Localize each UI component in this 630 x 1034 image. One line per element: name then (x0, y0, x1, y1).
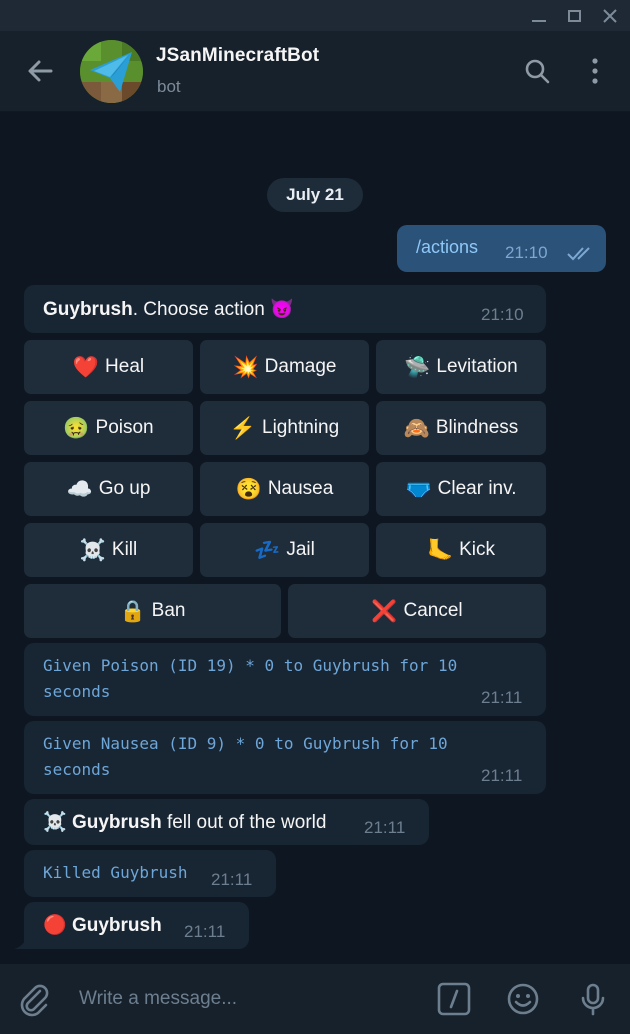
button-label: Clear inv. (437, 478, 517, 499)
message-text: Guybrush. Choose action 😈 (43, 297, 294, 321)
action-button-ban[interactable]: 🔒 Ban (24, 584, 281, 638)
incoming-message[interactable]: Given Poison (ID 19) * 0 to Guybrush for… (24, 643, 546, 716)
message-time: 21:11 (211, 870, 253, 889)
lightning-icon: ⚡ (229, 416, 257, 440)
red-circle-icon: 🔴 (43, 915, 67, 936)
command-link[interactable]: /actions (416, 237, 478, 258)
message-text: 🔴 Guybrush (43, 913, 162, 937)
action-button-poison[interactable]: 🤢 Poison (24, 401, 193, 455)
lock-icon: 🔒 (119, 599, 146, 623)
action-button-kick[interactable]: 🦶 Kick (376, 523, 546, 577)
nauseated-face-icon: 🤢 (63, 416, 90, 440)
message-line: seconds (43, 682, 111, 701)
button-label: Ban (151, 600, 186, 621)
message-time: 21:11 (184, 922, 226, 941)
foot-icon: 🦶 (426, 538, 454, 562)
button-label: Blindness (435, 417, 519, 438)
incoming-message[interactable]: Given Nausea (ID 9) * 0 to Guybrush for … (24, 721, 546, 794)
message-text: ☠️ Guybrush fell out of the world (43, 810, 326, 834)
paperclip-icon[interactable] (16, 981, 52, 1017)
microphone-icon[interactable] (575, 981, 611, 1017)
heart-icon: ❤️ (72, 355, 100, 379)
skull-crossbones-icon: ☠️ (43, 812, 67, 833)
button-label: Nausea (267, 478, 334, 499)
close-icon (603, 8, 617, 23)
player-name: Guybrush (71, 915, 162, 936)
maximize-button[interactable] (557, 0, 591, 31)
ufo-icon: 🛸 (404, 355, 431, 379)
action-button-cancel[interactable]: ❌ Cancel (288, 584, 546, 638)
message-time: 21:11 (364, 818, 406, 837)
message-line: Given Poison (ID 19) * 0 to Guybrush for… (43, 656, 458, 675)
skull-crossbones-icon: ☠️ (79, 538, 106, 562)
arrow-left-icon[interactable] (22, 53, 58, 89)
incoming-message[interactable]: Guybrush. Choose action 😈 21:10 (24, 285, 546, 333)
bubble-tail (14, 939, 26, 949)
devil-emoji: 😈 (270, 299, 294, 320)
chat-title[interactable]: JSanMinecraftBot (156, 45, 319, 67)
message-time: 21:11 (481, 688, 523, 707)
action-button-levitation[interactable]: 🛸 Levitation (376, 340, 546, 394)
smiley-icon[interactable] (505, 981, 541, 1017)
message-input[interactable] (79, 982, 409, 1016)
button-label: Cancel (403, 600, 463, 621)
button-label: Lightning (262, 417, 340, 438)
action-button-nausea[interactable]: 😵 Nausea (200, 462, 369, 516)
sender-mention: Guybrush (43, 299, 133, 320)
see-no-evil-monkey-icon: 🙈 (403, 416, 430, 440)
read-check-icon (567, 247, 590, 261)
button-label: Damage (264, 356, 337, 377)
incoming-message[interactable]: ☠️ Guybrush fell out of the world 21:11 (24, 799, 429, 845)
action-button-go-up[interactable]: ☁️ Go up (24, 462, 193, 516)
avatar[interactable] (80, 40, 143, 103)
cross-mark-icon: ❌ (371, 599, 398, 623)
button-label: Heal (105, 356, 145, 377)
briefs-icon: 🩲 (405, 477, 432, 501)
message-time: 21:10 (481, 305, 524, 324)
chat-header: JSanMinecraftBot bot (0, 31, 630, 112)
incoming-message[interactable]: Killed Guybrush 21:11 (24, 850, 276, 897)
action-button-clear-inv[interactable]: 🩲 Clear inv. (376, 462, 546, 516)
chat-status: bot (157, 77, 181, 96)
message-line: Given Nausea (ID 9) * 0 to Guybrush for … (43, 734, 448, 753)
date-separator: July 21 (267, 178, 363, 212)
action-button-kill[interactable]: ☠️ Kill (24, 523, 193, 577)
button-label: Poison (95, 417, 154, 438)
collision-icon: 💥 (232, 355, 259, 379)
slash-command-icon[interactable] (436, 981, 472, 1017)
action-button-jail[interactable]: 💤 Jail (200, 523, 369, 577)
event-text: fell out of the world (161, 812, 327, 833)
more-vert-icon[interactable] (580, 56, 610, 86)
message-text: Killed Guybrush (43, 863, 188, 882)
composer (0, 964, 630, 1034)
cloud-icon: ☁️ (66, 477, 93, 501)
action-button-blindness[interactable]: 🙈 Blindness (376, 401, 546, 455)
button-label: Levitation (436, 356, 518, 377)
minimize-icon (532, 19, 546, 22)
window-titlebar (0, 0, 630, 31)
message-time: 21:11 (481, 766, 523, 785)
button-label: Kick (459, 539, 496, 560)
zzz-icon: 💤 (254, 538, 281, 562)
outgoing-message[interactable]: /actions 21:10 (397, 225, 606, 272)
search-icon[interactable] (522, 56, 552, 86)
action-button-damage[interactable]: 💥 Damage (200, 340, 369, 394)
player-name: Guybrush (71, 812, 162, 833)
action-button-heal[interactable]: ❤️ Heal (24, 340, 193, 394)
button-label: Jail (286, 539, 315, 560)
button-label: Go up (98, 478, 151, 499)
message-time: 21:10 (505, 243, 548, 262)
bot-avatar-image (80, 40, 143, 103)
incoming-message[interactable]: 🔴 Guybrush 21:11 (24, 902, 249, 949)
prompt-text: . Choose action (132, 299, 265, 320)
minimize-button[interactable] (522, 0, 556, 31)
action-button-lightning[interactable]: ⚡ Lightning (200, 401, 369, 455)
close-window-button[interactable] (593, 0, 627, 31)
message-list[interactable]: July 21 /actions 21:10 Guybrush. Choose … (0, 113, 630, 964)
button-label: Kill (111, 539, 138, 560)
message-line: seconds (43, 760, 111, 779)
maximize-icon (567, 9, 581, 22)
dizzy-face-icon: 😵 (235, 477, 262, 501)
